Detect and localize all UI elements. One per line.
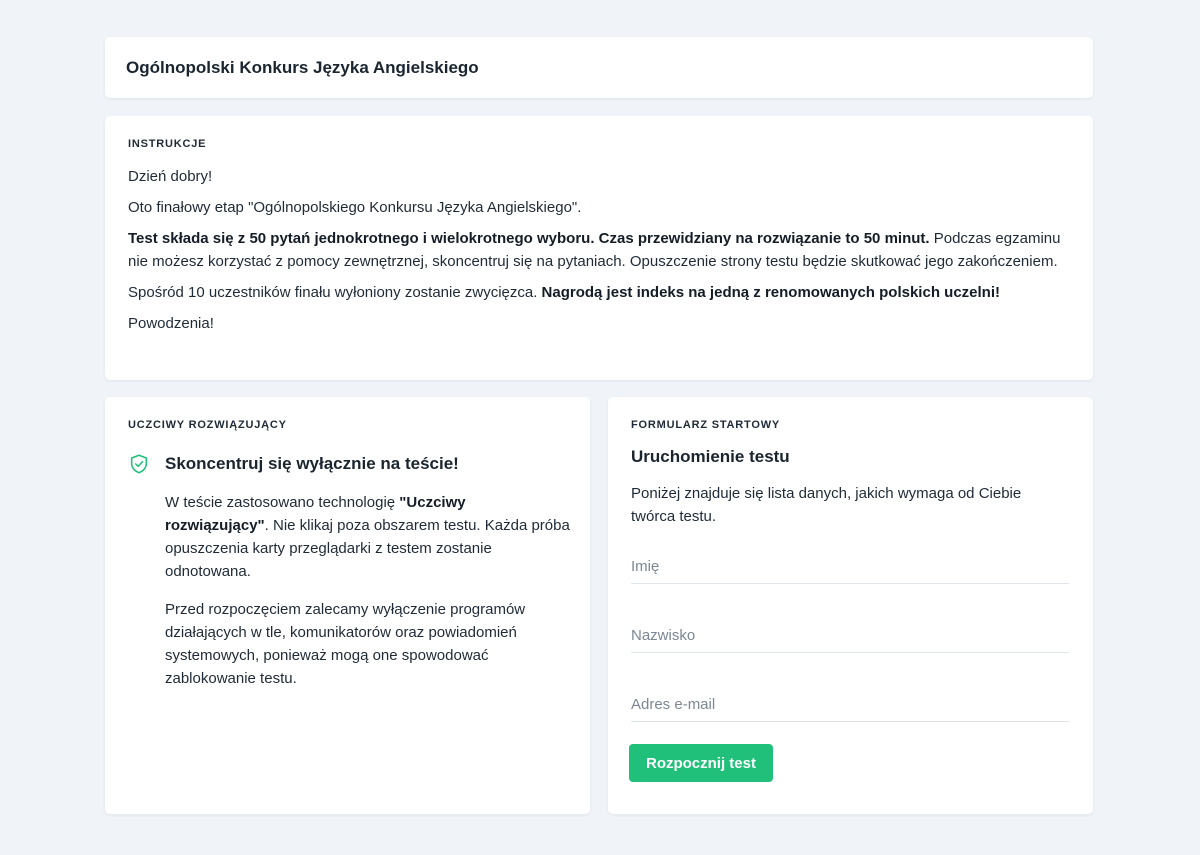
honest-solver-label: UCZCIWY ROZWIĄZUJĄCY — [128, 419, 287, 431]
prize-bold-text: Nagrodą jest indeks na jedną z renomowan… — [541, 284, 1000, 301]
greeting-text: Dzień dobry! — [128, 168, 213, 185]
header-card: Ogólnopolski Konkurs Języka Angielskiego — [105, 37, 1093, 98]
start-form-label: FORMULARZ STARTOWY — [631, 419, 781, 431]
email-input[interactable] — [631, 674, 1069, 722]
page: Ogólnopolski Konkurs Języka Angielskiego… — [0, 0, 1200, 855]
honest-solver-body: W teście zastosowano technologię "Uczciw… — [165, 491, 570, 690]
honest-solver-title: Skoncentruj się wyłącznie na teście! — [165, 454, 459, 473]
instructions-body: Dzień dobry! Oto finałowy etap "Ogólnopo… — [128, 165, 1070, 335]
honest-solver-heading: Skoncentruj się wyłącznie na teście! — [128, 453, 567, 475]
instructions-card: INSTRUKCJE Dzień dobry! Oto finałowy eta… — [105, 116, 1093, 380]
start-form-fields — [631, 536, 1070, 722]
start-test-button[interactable]: Rozpocznij test — [629, 744, 773, 782]
intro-text: Oto finałowy etap "Ogólnopolskiego Konku… — [128, 199, 582, 216]
prize-plain-text: Spośród 10 uczestników finału wyłoniony … — [128, 284, 542, 301]
instructions-label: INSTRUKCJE — [128, 138, 207, 150]
honest-solver-card: UCZCIWY ROZWIĄZUJĄCY Skoncentruj się wył… — [105, 397, 590, 814]
start-form-description: Poniżej znajduje się lista danych, jakic… — [631, 485, 1022, 525]
start-form-card: FORMULARZ STARTOWY Uruchomienie testu Po… — [608, 397, 1093, 814]
first-name-input[interactable] — [631, 536, 1069, 584]
shield-check-icon — [130, 454, 148, 474]
honest-solver-paragraph-1: W teście zastosowano technologię "Uczciw… — [165, 491, 570, 583]
rules-bold-text: Test składa się z 50 pytań jednokrotnego… — [128, 230, 930, 247]
honest-solver-paragraph-2: Przed rozpoczęciem zalecamy wyłączenie p… — [165, 601, 526, 687]
p1-start-text: W teście zastosowano technologię — [165, 494, 400, 511]
rules-text: Test składa się z 50 pytań jednokrotnego… — [128, 227, 1070, 273]
last-name-input[interactable] — [631, 605, 1069, 653]
start-form-title: Uruchomienie testu — [631, 447, 790, 466]
page-title: Ogólnopolski Konkurs Języka Angielskiego — [126, 58, 479, 77]
closing-text: Powodzenia! — [128, 315, 214, 332]
prize-text: Spośród 10 uczestników finału wyłoniony … — [128, 281, 1070, 304]
